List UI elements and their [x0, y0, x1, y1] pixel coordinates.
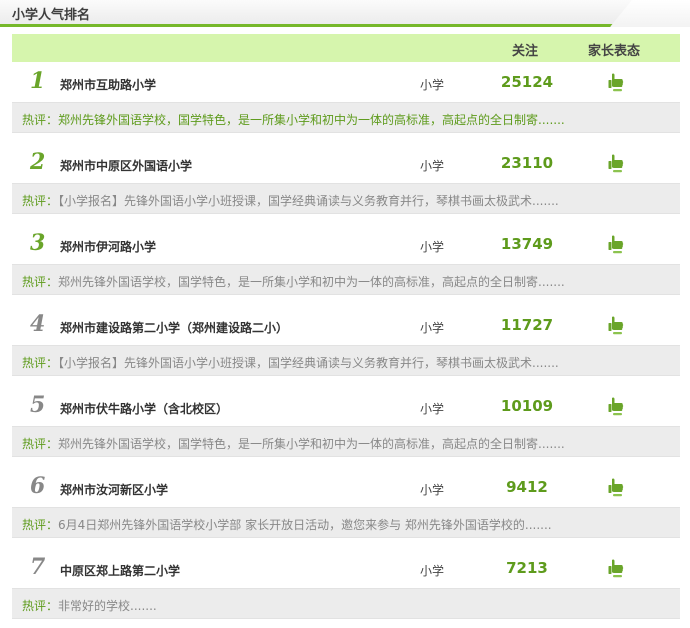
- hot-comment-label: 热评：: [22, 113, 59, 127]
- hot-comment-text: 非常好的学校.......: [58, 599, 157, 613]
- rank-number: 4: [30, 311, 46, 337]
- header-follow: 关注: [512, 44, 539, 59]
- hot-comment-text: 郑州先锋外国语学校，国学特色，是一所集小学和初中为一体的高标准，高起点的全日制寄…: [58, 275, 565, 289]
- hot-comment-label: 热评：: [22, 356, 59, 370]
- thumbs-up-icon[interactable]: [608, 153, 624, 173]
- table-header: 关注 家长表态: [12, 34, 680, 62]
- hot-comment-label: 热评：: [22, 518, 59, 532]
- follow-count: 25124: [500, 73, 554, 91]
- thumbs-up-icon[interactable]: [608, 315, 624, 335]
- rank-number: 2: [30, 149, 46, 175]
- school-name-link[interactable]: 郑州市伏牛路小学（含北校区）: [60, 400, 228, 417]
- hot-comment[interactable]: 热评：【小学报名】先锋外国语小学小班授课，国学经典诵读与义务教育并行，琴棋书画太…: [12, 183, 680, 214]
- school-level: 小学: [420, 78, 445, 92]
- table-row: 1 郑州市互助路小学 小学 25124: [12, 62, 680, 102]
- table-row: 7 中原区郑上路第二小学 小学 7213: [12, 548, 680, 588]
- school-level: 小学: [420, 564, 445, 578]
- rank-number: 6: [30, 473, 46, 499]
- table-row: 4 郑州市建设路第二小学（郑州建设路二小） 小学 11727: [12, 305, 680, 345]
- thumbs-up-icon[interactable]: [608, 396, 624, 416]
- hot-comment-text: 郑州先锋外国语学校，国学特色，是一所集小学和初中为一体的高标准，高起点的全日制寄…: [58, 437, 565, 451]
- hot-comment-label: 热评：: [22, 194, 59, 208]
- panel-title: 小学人气排名: [12, 8, 91, 23]
- hot-comment[interactable]: 热评：郑州先锋外国语学校，国学特色，是一所集小学和初中为一体的高标准，高起点的全…: [12, 102, 680, 133]
- list-item: 3 郑州市伊河路小学 小学 13749 热评：郑州先锋外国语学校，国学特色，是一…: [12, 224, 680, 305]
- title-bar: 小学人气排名: [0, 0, 690, 27]
- hot-comment[interactable]: 热评：6月4日郑州先锋外国语学校小学部 家长开放日活动，邀您来参与 郑州先锋外国…: [12, 507, 680, 538]
- rank-number: 7: [30, 554, 46, 580]
- school-level: 小学: [420, 159, 445, 173]
- hot-comment-text: 【小学报名】先锋外国语小学小班授课，国学经典诵读与义务教育并行，琴棋书画太极武术…: [58, 194, 559, 208]
- hot-comment-label: 热评：: [22, 275, 59, 289]
- thumbs-up-icon[interactable]: [608, 72, 624, 92]
- hot-comment-text: 6月4日郑州先锋外国语学校小学部 家长开放日活动，邀您来参与 郑州先锋外国语学校…: [58, 518, 552, 532]
- table-row: 6 郑州市汝河新区小学 小学 9412: [12, 467, 680, 507]
- school-name-link[interactable]: 郑州市互助路小学: [60, 76, 156, 93]
- rank-number: 3: [30, 230, 46, 256]
- follow-count: 10109: [500, 397, 554, 415]
- table-row: 5 郑州市伏牛路小学（含北校区） 小学 10109: [12, 386, 680, 426]
- hot-comment-label: 热评：: [22, 437, 59, 451]
- hot-comment[interactable]: 热评：【小学报名】先锋外国语小学小班授课，国学经典诵读与义务教育并行，琴棋书画太…: [12, 345, 680, 376]
- list-item: 1 郑州市互助路小学 小学 25124 热评：郑州先锋外国语学校，国学特色，是一…: [12, 62, 680, 143]
- school-level: 小学: [420, 483, 445, 497]
- hot-comment[interactable]: 热评：非常好的学校.......: [12, 588, 680, 619]
- list-item: 5 郑州市伏牛路小学（含北校区） 小学 10109 热评：郑州先锋外国语学校，国…: [12, 386, 680, 467]
- ranking-list: 1 郑州市互助路小学 小学 25124 热评：郑州先锋外国语学校，国学特色，是一…: [12, 62, 680, 628]
- hot-comment-label: 热评：: [22, 599, 59, 613]
- thumbs-up-icon[interactable]: [608, 477, 624, 497]
- follow-count: 11727: [500, 316, 554, 334]
- hot-comment[interactable]: 热评：郑州先锋外国语学校，国学特色，是一所集小学和初中为一体的高标准，高起点的全…: [12, 264, 680, 295]
- school-level: 小学: [420, 402, 445, 416]
- rank-number: 1: [30, 68, 46, 94]
- school-name-link[interactable]: 郑州市中原区外国语小学: [60, 157, 192, 174]
- hot-comment-text: 【小学报名】先锋外国语小学小班授课，国学经典诵读与义务教育并行，琴棋书画太极武术…: [58, 356, 559, 370]
- school-level: 小学: [420, 321, 445, 335]
- school-name-link[interactable]: 郑州市伊河路小学: [60, 238, 156, 255]
- hot-comment-text: 郑州先锋外国语学校，国学特色，是一所集小学和初中为一体的高标准，高起点的全日制寄…: [58, 113, 565, 127]
- list-item: 6 郑州市汝河新区小学 小学 9412 热评：6月4日郑州先锋外国语学校小学部 …: [12, 467, 680, 548]
- thumbs-up-icon[interactable]: [608, 234, 624, 254]
- school-name-link[interactable]: 郑州市建设路第二小学（郑州建设路二小）: [60, 319, 288, 336]
- title-tab-decoration: [610, 0, 690, 27]
- thumbs-up-icon[interactable]: [608, 558, 624, 578]
- list-item: 2 郑州市中原区外国语小学 小学 23110 热评：【小学报名】先锋外国语小学小…: [12, 143, 680, 224]
- header-parent-opinion: 家长表态: [588, 44, 641, 59]
- list-item: 7 中原区郑上路第二小学 小学 7213 热评：非常好的学校.......: [12, 548, 680, 628]
- school-ranking-panel: 小学人气排名 关注 家长表态 1 郑州市互助路小学 小学 25124 热评：郑州…: [0, 0, 690, 628]
- follow-count: 13749: [500, 235, 554, 253]
- list-item: 4 郑州市建设路第二小学（郑州建设路二小） 小学 11727 热评：【小学报名】…: [12, 305, 680, 386]
- school-level: 小学: [420, 240, 445, 254]
- school-name-link[interactable]: 郑州市汝河新区小学: [60, 481, 168, 498]
- follow-count: 7213: [506, 559, 548, 577]
- follow-count: 9412: [506, 478, 548, 496]
- table-row: 3 郑州市伊河路小学 小学 13749: [12, 224, 680, 264]
- follow-count: 23110: [500, 154, 554, 172]
- school-name-link[interactable]: 中原区郑上路第二小学: [60, 562, 180, 579]
- table-row: 2 郑州市中原区外国语小学 小学 23110: [12, 143, 680, 183]
- rank-number: 5: [30, 392, 46, 418]
- hot-comment[interactable]: 热评：郑州先锋外国语学校，国学特色，是一所集小学和初中为一体的高标准，高起点的全…: [12, 426, 680, 457]
